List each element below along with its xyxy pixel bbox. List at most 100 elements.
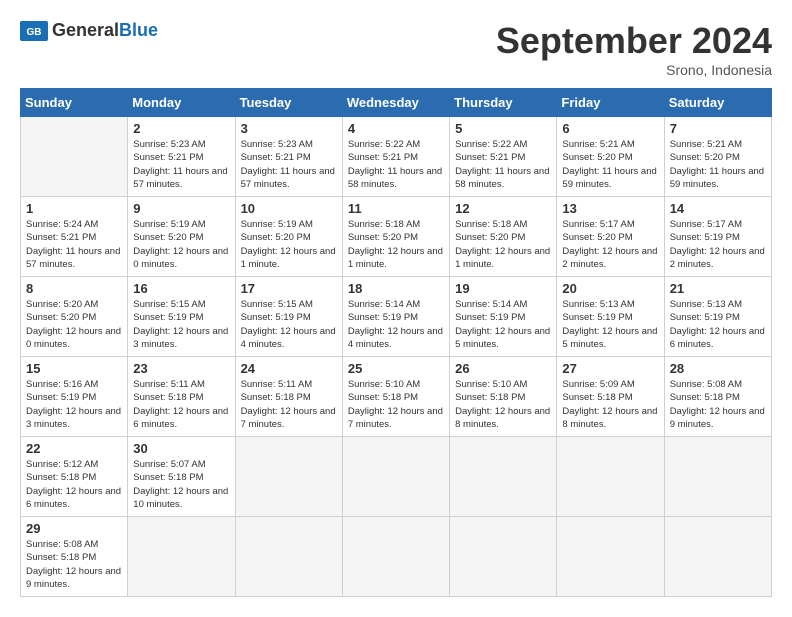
calendar-cell: [557, 437, 664, 517]
calendar-cell: 16 Sunrise: 5:15 AMSunset: 5:19 PMDayligh…: [128, 277, 235, 357]
day-number: 24: [241, 361, 337, 376]
calendar-cell: 17 Sunrise: 5:15 AMSunset: 5:19 PMDayligh…: [235, 277, 342, 357]
calendar-cell: [557, 517, 664, 597]
week-row-6: 29 Sunrise: 5:08 AMSunset: 5:18 PMDayligh…: [21, 517, 772, 597]
day-header-friday: Friday: [557, 89, 664, 117]
calendar-cell: [664, 517, 771, 597]
calendar-cell: 18Sunrise: 5:14 AMSunset: 5:19 PMDayligh…: [342, 277, 449, 357]
calendar-cell: 27 Sunrise: 5:09 AMSunset: 5:18 PMDayligh…: [557, 357, 664, 437]
day-info: Sunrise: 5:15 AMSunset: 5:19 PMDaylight:…: [133, 298, 229, 351]
day-number: 28: [670, 361, 766, 376]
calendar-cell: [664, 437, 771, 517]
calendar-cell: 3Sunrise: 5:23 AMSunset: 5:21 PMDaylight…: [235, 117, 342, 197]
day-number: 16: [133, 281, 229, 296]
day-info: Sunrise: 5:23 AMSunset: 5:21 PMDaylight:…: [241, 138, 337, 191]
day-info: Sunrise: 5:11 AMSunset: 5:18 PMDaylight:…: [241, 378, 337, 431]
calendar-cell: 13 Sunrise: 5:17 AMSunset: 5:20 PMDayligh…: [557, 197, 664, 277]
calendar-cell: [128, 517, 235, 597]
logo-blue: Blue: [119, 20, 158, 40]
calendar-cell: 10Sunrise: 5:19 AMSunset: 5:20 PMDayligh…: [235, 197, 342, 277]
calendar-cell: 15 Sunrise: 5:16 AMSunset: 5:19 PMDayligh…: [21, 357, 128, 437]
day-number: 18: [348, 281, 444, 296]
day-number: 6: [562, 121, 658, 136]
calendar-table: SundayMondayTuesdayWednesdayThursdayFrid…: [20, 88, 772, 597]
day-info: Sunrise: 5:19 AMSunset: 5:20 PMDaylight:…: [133, 218, 229, 271]
month-title: September 2024: [496, 20, 772, 62]
calendar-cell: 24 Sunrise: 5:11 AMSunset: 5:18 PMDayligh…: [235, 357, 342, 437]
header-row: SundayMondayTuesdayWednesdayThursdayFrid…: [21, 89, 772, 117]
calendar-cell: 25 Sunrise: 5:10 AMSunset: 5:18 PMDayligh…: [342, 357, 449, 437]
calendar-cell: 2Sunrise: 5:23 AMSunset: 5:21 PMDaylight…: [128, 117, 235, 197]
day-info: Sunrise: 5:08 AMSunset: 5:18 PMDaylight:…: [670, 378, 766, 431]
day-number: 14: [670, 201, 766, 216]
calendar-cell: 21Sunrise: 5:13 AMSunset: 5:19 PMDayligh…: [664, 277, 771, 357]
day-number: 10: [241, 201, 337, 216]
logo-text: GeneralBlue: [52, 20, 158, 41]
day-number: 13: [562, 201, 658, 216]
day-info: Sunrise: 5:07 AMSunset: 5:18 PMDaylight:…: [133, 458, 229, 511]
day-info: Sunrise: 5:24 AMSunset: 5:21 PMDaylight:…: [26, 218, 122, 271]
calendar-cell: 23 Sunrise: 5:11 AMSunset: 5:18 PMDayligh…: [128, 357, 235, 437]
calendar-cell: 4 Sunrise: 5:22 AMSunset: 5:21 PMDaylight…: [342, 117, 449, 197]
day-info: Sunrise: 5:21 AMSunset: 5:20 PMDaylight:…: [562, 138, 658, 191]
day-info: Sunrise: 5:09 AMSunset: 5:18 PMDaylight:…: [562, 378, 658, 431]
calendar-cell: 12Sunrise: 5:18 AMSunset: 5:20 PMDayligh…: [450, 197, 557, 277]
day-number: 1: [26, 201, 122, 216]
day-info: Sunrise: 5:16 AMSunset: 5:19 PMDaylight:…: [26, 378, 122, 431]
calendar-cell: 26 Sunrise: 5:10 AMSunset: 5:18 PMDayligh…: [450, 357, 557, 437]
day-info: Sunrise: 5:21 AMSunset: 5:20 PMDaylight:…: [670, 138, 766, 191]
day-info: Sunrise: 5:10 AMSunset: 5:18 PMDaylight:…: [455, 378, 551, 431]
calendar-cell: 7 Sunrise: 5:21 AMSunset: 5:20 PMDaylight…: [664, 117, 771, 197]
day-number: 7: [670, 121, 766, 136]
day-number: 21: [670, 281, 766, 296]
day-header-monday: Monday: [128, 89, 235, 117]
calendar-cell: [235, 517, 342, 597]
calendar-cell: 8 Sunrise: 5:20 AMSunset: 5:20 PMDaylight…: [21, 277, 128, 357]
day-number: 8: [26, 281, 122, 296]
calendar-cell: 6 Sunrise: 5:21 AMSunset: 5:20 PMDaylight…: [557, 117, 664, 197]
location: Srono, Indonesia: [496, 62, 772, 78]
day-number: 5: [455, 121, 551, 136]
day-info: Sunrise: 5:23 AMSunset: 5:21 PMDaylight:…: [133, 138, 229, 191]
calendar-cell: [342, 517, 449, 597]
calendar-cell: 29 Sunrise: 5:08 AMSunset: 5:18 PMDayligh…: [21, 517, 128, 597]
logo: GB GeneralBlue: [20, 20, 158, 41]
day-number: 20: [562, 281, 658, 296]
day-info: Sunrise: 5:10 AMSunset: 5:18 PMDaylight:…: [348, 378, 444, 431]
calendar-cell: 30 Sunrise: 5:07 AMSunset: 5:18 PMDayligh…: [128, 437, 235, 517]
day-info: Sunrise: 5:18 AMSunset: 5:20 PMDaylight:…: [455, 218, 551, 271]
day-info: Sunrise: 5:18 AMSunset: 5:20 PMDaylight:…: [348, 218, 444, 271]
page-header: GB GeneralBlue September 2024 Srono, Ind…: [20, 20, 772, 78]
day-info: Sunrise: 5:12 AMSunset: 5:18 PMDaylight:…: [26, 458, 122, 511]
day-number: 15: [26, 361, 122, 376]
day-info: Sunrise: 5:15 AMSunset: 5:19 PMDaylight:…: [241, 298, 337, 351]
week-row-4: 15 Sunrise: 5:16 AMSunset: 5:19 PMDayligh…: [21, 357, 772, 437]
day-info: Sunrise: 5:22 AMSunset: 5:21 PMDaylight:…: [348, 138, 444, 191]
day-number: 23: [133, 361, 229, 376]
calendar-cell: 9Sunrise: 5:19 AMSunset: 5:20 PMDaylight…: [128, 197, 235, 277]
day-number: 29: [26, 521, 122, 536]
calendar-cell: 11 Sunrise: 5:18 AMSunset: 5:20 PMDayligh…: [342, 197, 449, 277]
calendar-cell: 28 Sunrise: 5:08 AMSunset: 5:18 PMDayligh…: [664, 357, 771, 437]
day-header-tuesday: Tuesday: [235, 89, 342, 117]
calendar-cell: 14Sunrise: 5:17 AMSunset: 5:19 PMDayligh…: [664, 197, 771, 277]
day-header-saturday: Saturday: [664, 89, 771, 117]
day-info: Sunrise: 5:11 AMSunset: 5:18 PMDaylight:…: [133, 378, 229, 431]
day-number: 11: [348, 201, 444, 216]
week-row-5: 22 Sunrise: 5:12 AMSunset: 5:18 PMDayligh…: [21, 437, 772, 517]
calendar-cell: 22 Sunrise: 5:12 AMSunset: 5:18 PMDayligh…: [21, 437, 128, 517]
day-number: 22: [26, 441, 122, 456]
day-number: 17: [241, 281, 337, 296]
day-number: 25: [348, 361, 444, 376]
title-area: September 2024 Srono, Indonesia: [496, 20, 772, 78]
day-info: Sunrise: 5:08 AMSunset: 5:18 PMDaylight:…: [26, 538, 122, 591]
day-number: 26: [455, 361, 551, 376]
logo-general: General: [52, 20, 119, 40]
day-info: Sunrise: 5:17 AMSunset: 5:20 PMDaylight:…: [562, 218, 658, 271]
day-number: 4: [348, 121, 444, 136]
calendar-cell: [342, 437, 449, 517]
day-info: Sunrise: 5:20 AMSunset: 5:20 PMDaylight:…: [26, 298, 122, 351]
day-number: 30: [133, 441, 229, 456]
day-info: Sunrise: 5:14 AMSunset: 5:19 PMDaylight:…: [455, 298, 551, 351]
day-number: 27: [562, 361, 658, 376]
